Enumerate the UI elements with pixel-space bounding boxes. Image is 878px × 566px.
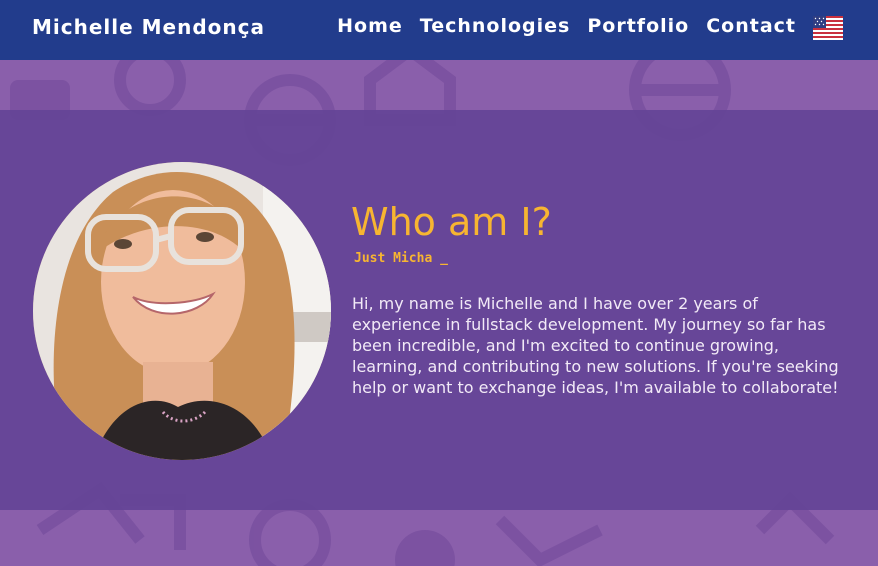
nav-technologies[interactable]: Technologies [420,15,571,37]
nav-contact[interactable]: Contact [706,15,796,37]
section-title: Who am I? [351,200,552,244]
nav-links: Home Technologies Portfolio Contact [337,15,796,37]
profile-photo [33,162,331,460]
site-brand[interactable]: Michelle Mendonça [32,15,265,39]
bio-paragraph: Hi, my name is Michelle and I have over … [352,294,839,397]
nav-portfolio[interactable]: Portfolio [587,15,689,37]
profile-photo-illustration [33,162,331,460]
nav-home[interactable]: Home [337,15,403,37]
typing-subtitle: Just Micha _ [354,251,448,266]
us-flag-icon[interactable] [813,16,843,40]
top-navbar: Michelle Mendonça Home Technologies Port… [0,0,878,60]
about-section: Who am I? Just Micha _ Hi, my name is Mi… [0,110,878,510]
